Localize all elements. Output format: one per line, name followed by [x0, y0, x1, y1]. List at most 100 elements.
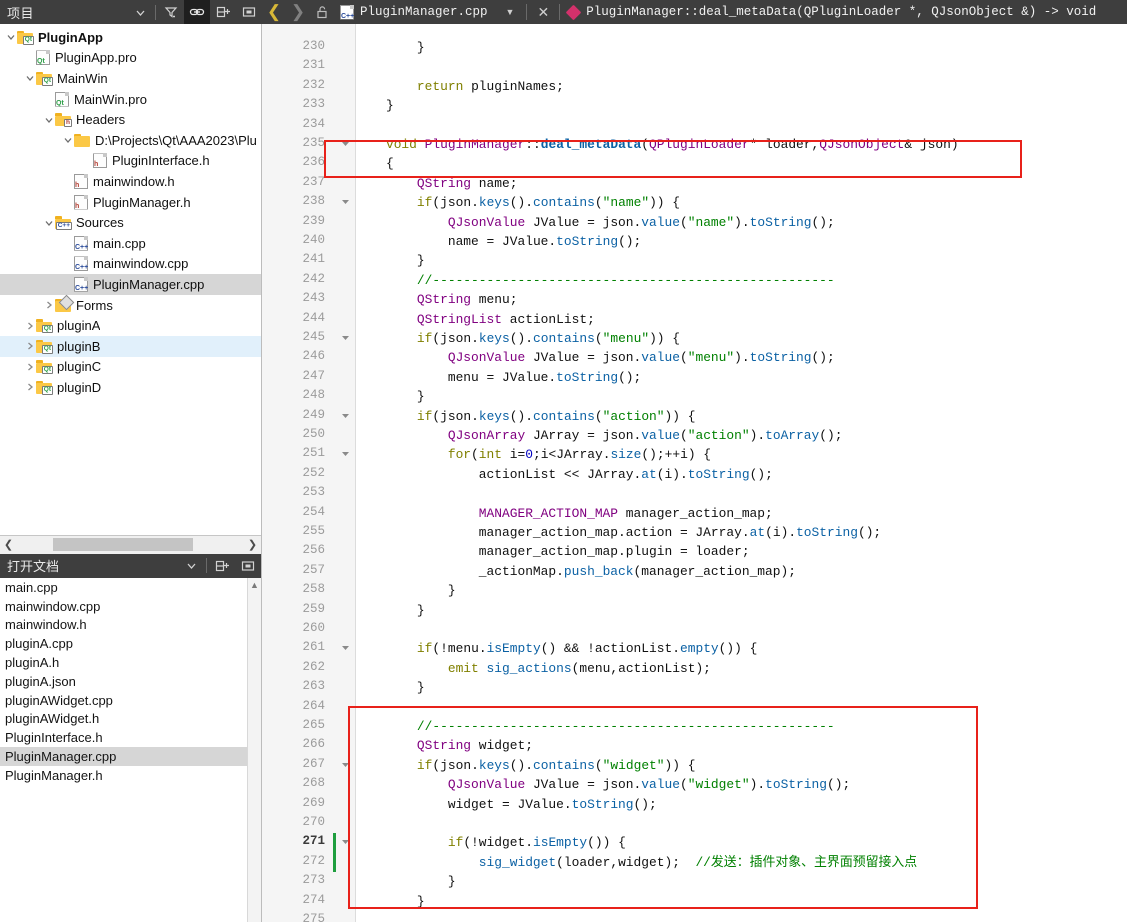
- line-number: 255: [302, 524, 325, 538]
- open-document-item[interactable]: pluginA.cpp: [0, 634, 261, 653]
- hscroll-track[interactable]: [17, 536, 244, 554]
- docs-close-panel-icon[interactable]: [235, 554, 261, 578]
- tree-item[interactable]: Qt pluginC: [0, 357, 261, 378]
- tree-item-label: PluginApp.pro: [55, 50, 137, 66]
- scroll-right-icon[interactable]: ❯: [244, 536, 261, 554]
- symbol-selector[interactable]: PluginManager::deal_metaData(QPluginLoad…: [564, 4, 1097, 20]
- file-h-icon: h: [74, 194, 88, 210]
- line-number: 275: [302, 912, 325, 922]
- expand-arrow-right-icon[interactable]: [23, 321, 36, 331]
- tree-item[interactable]: h PluginInterface.h: [0, 151, 261, 172]
- tree-item[interactable]: h PluginManager.h: [0, 192, 261, 213]
- expand-arrow-right-icon[interactable]: [42, 300, 55, 310]
- docs-add-split-icon[interactable]: [209, 554, 235, 578]
- line-number: 247: [302, 368, 325, 383]
- open-document-item[interactable]: mainwindow.cpp: [0, 597, 261, 616]
- tree-item[interactable]: C++ Sources: [0, 212, 261, 233]
- expand-arrow-down-icon[interactable]: [61, 135, 74, 145]
- tree-item[interactable]: Qt PluginApp.pro: [0, 48, 261, 69]
- tree-item-label: main.cpp: [93, 235, 146, 251]
- open-document-label: main.cpp: [5, 579, 58, 595]
- file-cpp-icon: C++: [74, 256, 88, 272]
- tree-item[interactable]: Qt MainWin: [0, 68, 261, 89]
- scroll-left-icon[interactable]: ❮: [0, 536, 17, 554]
- open-document-item[interactable]: pluginAWidget.h: [0, 710, 261, 729]
- close-panel-icon[interactable]: [236, 0, 262, 24]
- main-body: Qt PluginApp Qt PluginApp.pro Qt MainWin Qt Mai…: [0, 24, 1127, 922]
- docs-scroll-up-icon[interactable]: ▲: [248, 580, 261, 590]
- fold-marker-column[interactable]: [333, 24, 356, 922]
- fold-toggle-icon[interactable]: [339, 837, 351, 848]
- docs-chevron-down-icon[interactable]: [178, 554, 204, 578]
- tree-item[interactable]: C++ PluginManager.cpp: [0, 274, 261, 295]
- code-line: }: [355, 583, 456, 599]
- file-dropdown-icon[interactable]: ▼: [492, 7, 523, 17]
- navigate-back-icon[interactable]: ❮: [262, 0, 286, 24]
- fold-toggle-icon[interactable]: [339, 197, 351, 208]
- docs-vscrollbar[interactable]: ▲: [247, 577, 261, 922]
- chevron-down-icon[interactable]: [127, 0, 153, 24]
- toolbar-divider: [155, 4, 156, 20]
- tree-item[interactable]: Qt PluginApp: [0, 27, 261, 48]
- open-documents-list[interactable]: main.cpp mainwindow.cpp mainwindow.h plugin…: [0, 577, 261, 922]
- line-number: 273: [302, 873, 325, 888]
- add-split-icon[interactable]: [210, 0, 236, 24]
- expand-arrow-down-icon[interactable]: [42, 218, 55, 228]
- line-number: 236: [302, 155, 325, 170]
- filter-icon[interactable]: [158, 0, 184, 24]
- file-cpp-icon: C++: [74, 276, 88, 292]
- fold-toggle-icon[interactable]: [339, 333, 351, 344]
- hscroll-thumb[interactable]: [53, 538, 193, 552]
- expand-arrow-down-icon[interactable]: [42, 115, 55, 125]
- open-document-item[interactable]: PluginInterface.h: [0, 728, 261, 747]
- fold-toggle-icon[interactable]: [339, 139, 351, 150]
- tree-item[interactable]: C++ mainwindow.cpp: [0, 254, 261, 275]
- tree-item[interactable]: Forms: [0, 294, 261, 316]
- open-document-item[interactable]: PluginManager.cpp: [0, 747, 261, 766]
- fold-toggle-icon[interactable]: [339, 643, 351, 654]
- open-document-item[interactable]: pluginA.h: [0, 653, 261, 672]
- tree-item[interactable]: h Headers: [0, 109, 261, 130]
- tree-item[interactable]: C++ main.cpp: [0, 233, 261, 254]
- line-number: 264: [302, 698, 325, 713]
- open-document-item[interactable]: pluginA.json: [0, 672, 261, 691]
- fold-toggle-icon[interactable]: [339, 760, 351, 771]
- current-symbol: PluginManager::deal_metaData(QPluginLoad…: [586, 5, 1097, 19]
- project-tree[interactable]: Qt PluginApp Qt PluginApp.pro Qt MainWin Qt Mai…: [0, 24, 261, 535]
- project-tree-hscrollbar[interactable]: ❮ ❯: [0, 534, 261, 554]
- fold-toggle-icon[interactable]: [339, 411, 351, 422]
- expand-arrow-right-icon[interactable]: [23, 362, 36, 372]
- tree-item-label: pluginB: [57, 338, 101, 354]
- line-number: 256: [302, 543, 325, 558]
- fold-toggle-icon[interactable]: [339, 449, 351, 460]
- navigate-forward-icon[interactable]: ❯: [286, 0, 310, 24]
- tree-item[interactable]: Qt pluginD: [0, 377, 261, 398]
- open-document-item[interactable]: pluginAWidget.cpp: [0, 691, 261, 710]
- code-editor[interactable]: 230 231 232 233 234 235 236 237 238 239 240 241 242 2…: [262, 24, 1127, 922]
- tree-item[interactable]: h mainwindow.h: [0, 171, 261, 192]
- open-document-item[interactable]: mainwindow.h: [0, 616, 261, 635]
- expand-arrow-down-icon[interactable]: [4, 32, 17, 42]
- line-number: 250: [302, 427, 325, 441]
- open-document-item[interactable]: main.cpp: [0, 578, 261, 597]
- expand-arrow-right-icon[interactable]: [23, 382, 36, 392]
- unlocked-icon[interactable]: [310, 0, 334, 24]
- folder-h-icon: h: [55, 113, 72, 128]
- code-line: manager_action_map.plugin = loader;: [478, 544, 750, 560]
- tree-item[interactable]: D:\Projects\Qt\AAA2023\Plu: [0, 130, 261, 151]
- code-text-area[interactable]: } return pluginNames; } void PluginManag…: [355, 24, 1127, 922]
- tree-item[interactable]: Qt MainWin.pro: [0, 89, 261, 110]
- open-document-label: pluginA.cpp: [5, 636, 73, 652]
- tree-item[interactable]: Qt pluginB: [0, 335, 261, 357]
- expand-arrow-down-icon[interactable]: [23, 73, 36, 83]
- folder-qt-icon: Qt: [36, 360, 53, 375]
- link-with-editor-icon[interactable]: [184, 0, 210, 24]
- expand-arrow-right-icon[interactable]: [23, 341, 36, 351]
- line-number: 267: [302, 756, 325, 771]
- open-document-item[interactable]: PluginManager.h: [0, 766, 261, 785]
- current-file-tab[interactable]: C++ PluginManager.cpp: [334, 4, 492, 20]
- tree-item[interactable]: Qt pluginA: [0, 315, 261, 336]
- open-document-label: pluginAWidget.cpp: [5, 692, 113, 708]
- close-document-icon[interactable]: ✕: [531, 4, 555, 21]
- folder-form-icon: [55, 294, 75, 312]
